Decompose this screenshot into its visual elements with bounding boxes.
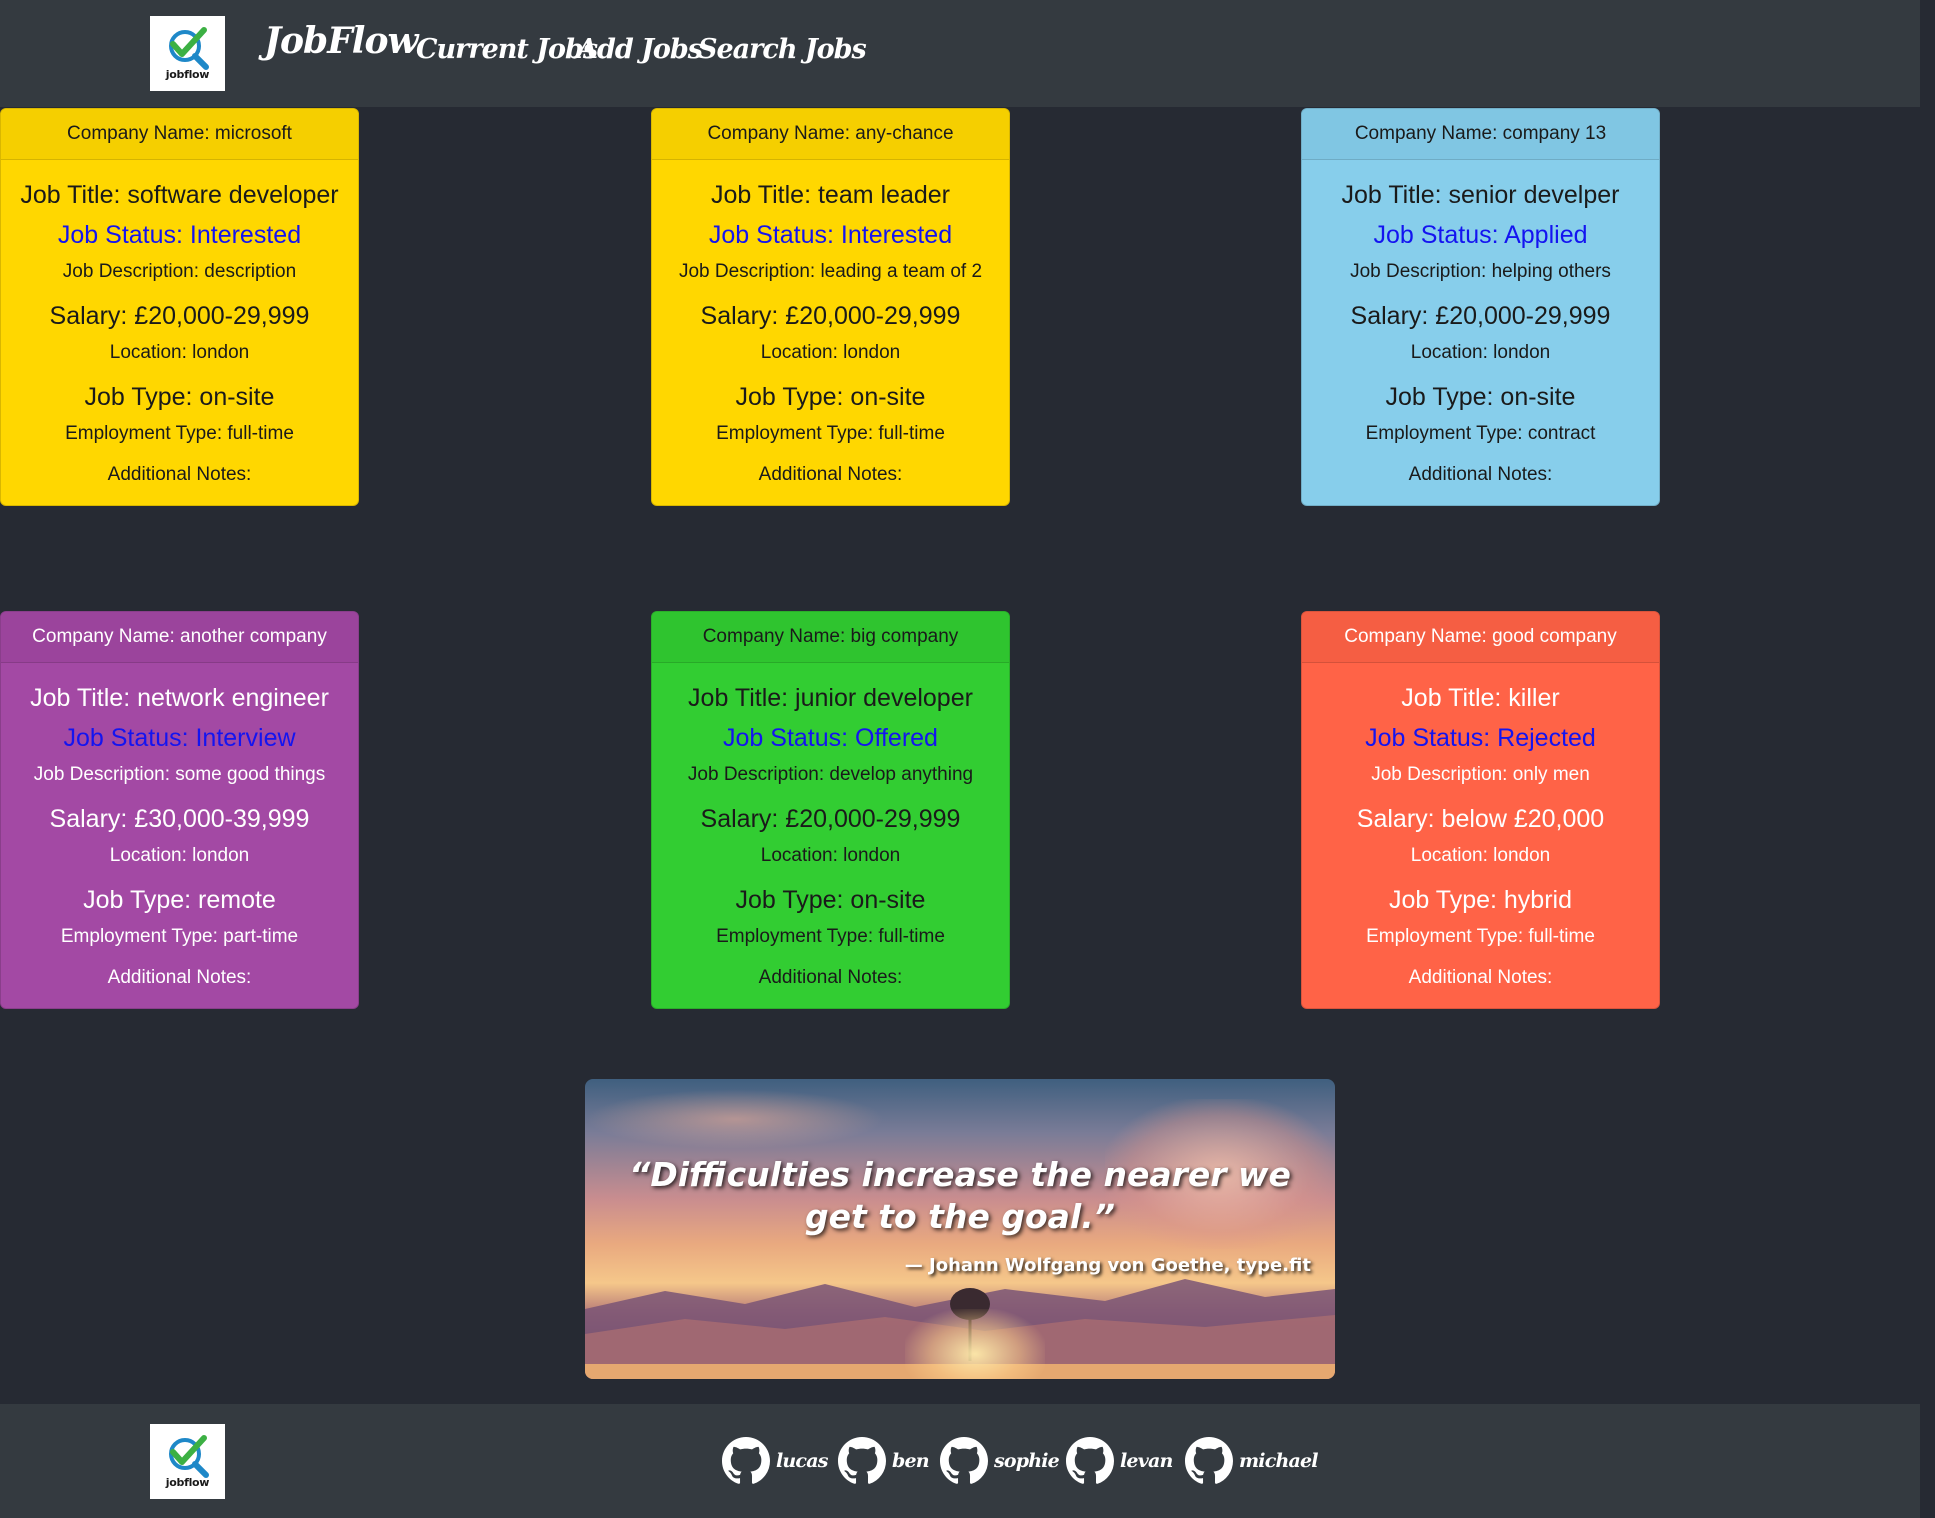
nav-current-jobs[interactable]: Current Jobs xyxy=(416,34,598,65)
employment-type: Employment Type: contract xyxy=(1365,423,1596,444)
footer: jobflow lucas ben sophie levan michael xyxy=(0,1404,1920,1518)
additional-notes: Additional Notes: xyxy=(758,967,903,988)
jobflow-logo-icon xyxy=(168,27,209,70)
logo-text: jobflow xyxy=(165,68,210,81)
job-card[interactable]: Company Name: good company Job Title: ki… xyxy=(1301,611,1660,1009)
github-link-michael[interactable]: michael xyxy=(1185,1437,1319,1485)
github-icon xyxy=(940,1437,988,1484)
job-description: Job Description: only men xyxy=(1371,764,1590,785)
job-card[interactable]: Company Name: microsoft Job Title: softw… xyxy=(0,108,359,506)
employment-type: Employment Type: part-time xyxy=(60,926,299,947)
job-card[interactable]: Company Name: company 13 Job Title: seni… xyxy=(1301,108,1660,506)
job-location: Location: london xyxy=(109,845,250,866)
job-location: Location: london xyxy=(760,845,901,866)
job-salary: Salary: £20,000-29,999 xyxy=(1350,302,1611,330)
quote-author: — Johann Wolfgang von Goethe, type.fit xyxy=(904,1255,1311,1276)
contributor-name: lucas xyxy=(776,1450,828,1472)
job-status: Job Status: Offered xyxy=(723,724,938,752)
logo-text: jobflow xyxy=(165,1476,210,1489)
job-salary: Salary: £20,000-29,999 xyxy=(700,805,961,833)
job-card[interactable]: Company Name: big company Job Title: jun… xyxy=(651,611,1010,1009)
github-icon xyxy=(838,1437,886,1484)
footer-logo[interactable]: jobflow xyxy=(150,1424,225,1499)
contributor-name: sophie xyxy=(994,1450,1060,1472)
job-type: Job Type: on-site xyxy=(84,383,275,411)
job-card[interactable]: Company Name: any-chance Job Title: team… xyxy=(651,108,1010,506)
nav-add-jobs[interactable]: Add Jobs xyxy=(577,34,703,65)
job-location: Location: london xyxy=(760,342,901,363)
contributor-name: ben xyxy=(892,1450,930,1472)
employment-type: Employment Type: full-time xyxy=(716,423,945,444)
github-icon xyxy=(1185,1437,1233,1484)
job-status: Job Status: Interested xyxy=(57,221,302,249)
job-description: Job Description: helping others xyxy=(1350,261,1611,282)
github-icon xyxy=(722,1437,770,1484)
job-title: Job Title: network engineer xyxy=(30,684,329,712)
job-description: Job Description: some good things xyxy=(33,764,326,785)
brand-title[interactable]: JobFlow xyxy=(264,20,418,62)
job-title: Job Title: junior developer xyxy=(688,684,973,712)
job-type: Job Type: hybrid xyxy=(1389,886,1572,914)
job-card[interactable]: Company Name: another company Job Title:… xyxy=(0,611,359,1009)
company-name: Company Name: any-chance xyxy=(652,109,1009,160)
job-status: Job Status: Rejected xyxy=(1365,724,1596,752)
additional-notes: Additional Notes: xyxy=(758,464,903,485)
job-salary: Salary: £20,000-29,999 xyxy=(700,302,961,330)
job-status: Job Status: Applied xyxy=(1373,221,1588,249)
job-description: Job Description: description xyxy=(62,261,297,282)
contributor-name: levan xyxy=(1120,1450,1173,1472)
github-link-levan[interactable]: levan xyxy=(1066,1437,1173,1485)
additional-notes: Additional Notes: xyxy=(107,464,252,485)
github-link-sophie[interactable]: sophie xyxy=(940,1437,1060,1485)
employment-type: Employment Type: full-time xyxy=(1366,926,1595,947)
job-title: Job Title: killer xyxy=(1401,684,1560,712)
job-type: Job Type: on-site xyxy=(735,383,926,411)
job-salary: Salary: £30,000-39,999 xyxy=(49,805,310,833)
quote-banner: “Difficulties increase the nearer we get… xyxy=(585,1079,1335,1379)
company-name: Company Name: big company xyxy=(652,612,1009,663)
job-location: Location: london xyxy=(1410,342,1551,363)
github-icon xyxy=(1066,1437,1114,1484)
jobflow-logo-icon xyxy=(168,1435,209,1478)
header-logo[interactable]: jobflow xyxy=(150,16,225,91)
additional-notes: Additional Notes: xyxy=(107,967,252,988)
contributor-name: michael xyxy=(1239,1450,1319,1472)
job-location: Location: london xyxy=(109,342,250,363)
nav-search-jobs[interactable]: Search Jobs xyxy=(698,34,867,65)
company-name: Company Name: company 13 xyxy=(1302,109,1659,160)
job-type: Job Type: remote xyxy=(83,886,276,914)
job-location: Location: london xyxy=(1410,845,1551,866)
company-name: Company Name: microsoft xyxy=(1,109,358,160)
job-description: Job Description: develop anything xyxy=(687,764,974,785)
github-link-ben[interactable]: ben xyxy=(838,1437,930,1485)
github-link-lucas[interactable]: lucas xyxy=(722,1437,828,1485)
job-description: Job Description: leading a team of 2 xyxy=(678,261,983,282)
job-title: Job Title: senior develper xyxy=(1341,181,1620,209)
job-status: Job Status: Interested xyxy=(708,221,953,249)
top-navbar: jobflow JobFlow Current Jobs Add Jobs Se… xyxy=(0,0,1920,107)
job-salary: Salary: below £20,000 xyxy=(1356,805,1605,833)
employment-type: Employment Type: full-time xyxy=(65,423,294,444)
additional-notes: Additional Notes: xyxy=(1408,464,1553,485)
job-title: Job Title: software developer xyxy=(20,181,339,209)
job-type: Job Type: on-site xyxy=(735,886,926,914)
employment-type: Employment Type: full-time xyxy=(716,926,945,947)
quote-text: “Difficulties increase the nearer we get… xyxy=(629,1155,1291,1236)
job-salary: Salary: £20,000-29,999 xyxy=(49,302,310,330)
company-name: Company Name: good company xyxy=(1302,612,1659,663)
company-name: Company Name: another company xyxy=(1,612,358,663)
job-title: Job Title: team leader xyxy=(710,181,950,209)
job-status: Job Status: Interview xyxy=(63,724,296,752)
additional-notes: Additional Notes: xyxy=(1408,967,1553,988)
job-type: Job Type: on-site xyxy=(1385,383,1576,411)
